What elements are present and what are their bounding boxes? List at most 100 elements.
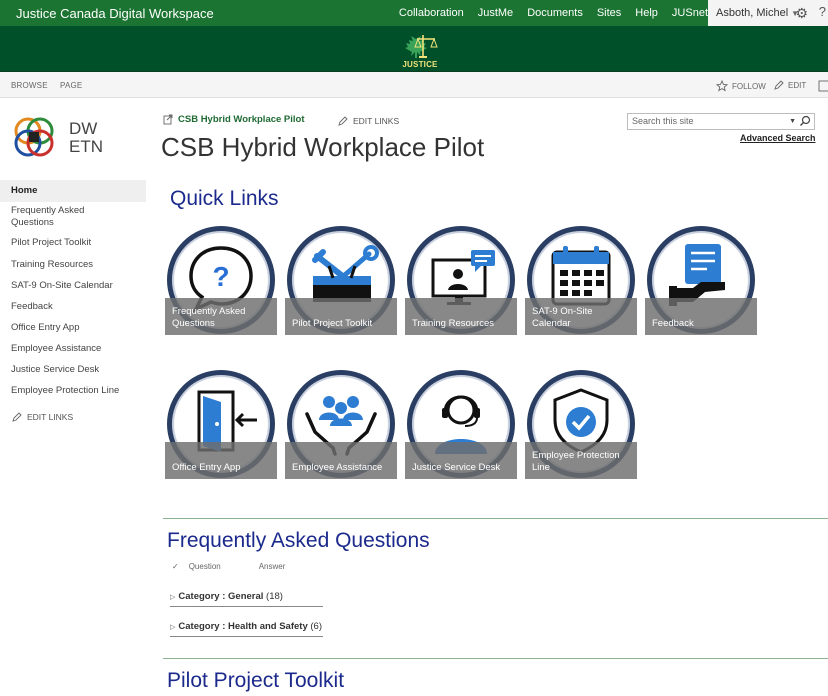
page: Justice Canada Digital Workspace Collabo… — [0, 0, 828, 696]
tile-faq[interactable]: ? Frequently Asked Questions — [165, 226, 277, 338]
left-nav: Home Frequently Asked Questions Pilot Pr… — [0, 180, 146, 402]
tile-training-resources[interactable]: Training Resources — [405, 226, 517, 338]
tile-label: SAT-9 On-Site Calendar — [532, 306, 593, 329]
tile-label-bg: SAT-9 On-Site Calendar — [525, 298, 637, 335]
search-icon[interactable] — [799, 115, 811, 127]
tile-label-bg: Office Entry App — [165, 442, 277, 479]
suite-link-collaboration[interactable]: Collaboration — [399, 7, 464, 19]
tile-employee-assistance[interactable]: Employee Assistance — [285, 370, 397, 482]
suite-link-documents[interactable]: Documents — [527, 7, 583, 19]
user-menu[interactable]: Asboth, Michel ▼ ⚙ ? — [708, 0, 828, 26]
tile-label: Office Entry App — [172, 462, 241, 473]
follow-label: FOLLOW — [732, 81, 766, 91]
nav-item-office-entry[interactable]: Office Entry App — [0, 318, 146, 339]
nav-item-pilot-toolkit[interactable]: Pilot Project Toolkit — [0, 232, 146, 254]
star-icon — [716, 80, 728, 92]
breadcrumb-label: CSB Hybrid Workplace Pilot — [178, 114, 305, 125]
advanced-search-link[interactable]: Advanced Search — [740, 133, 816, 143]
header-edit-links[interactable]: EDIT LINKS — [338, 116, 399, 126]
expand-triangle-icon[interactable]: ▷ — [170, 624, 175, 631]
check-icon[interactable]: ✓ — [172, 562, 179, 571]
suite-link-jusnet[interactable]: JUSnet — [672, 7, 708, 19]
tile-label: Justice Service Desk — [412, 462, 501, 473]
nav-item-training[interactable]: Training Resources — [0, 254, 146, 276]
nav-edit-links[interactable]: EDIT LINKS — [12, 412, 73, 422]
faq-category-prefix: Category : — [178, 591, 226, 602]
tile-label-bg: Employee Assistance — [285, 442, 397, 479]
tile-label: Employee Assistance — [292, 462, 383, 473]
nav-item-faq[interactable]: Frequently Asked Questions — [0, 202, 110, 232]
tile-protection-line[interactable]: Employee Protection Line — [525, 370, 637, 482]
site-banner: JUSTICE — [0, 26, 828, 72]
help-icon[interactable]: ? — [819, 4, 826, 19]
tile-sat9-calendar[interactable]: SAT-9 On-Site Calendar — [525, 226, 637, 338]
dw-etn-logo-icon — [14, 117, 54, 157]
tile-service-desk[interactable]: Justice Service Desk — [405, 370, 517, 482]
svg-text:?: ? — [212, 261, 229, 292]
logo-line-2: ETN — [69, 137, 103, 156]
ribbon: BROWSE PAGE FOLLOW EDIT — [0, 72, 828, 98]
faq-col-answer[interactable]: Answer — [259, 562, 286, 571]
gear-icon[interactable]: ⚙ — [795, 5, 808, 22]
nav-item-calendar[interactable]: SAT-9 On-Site Calendar — [0, 276, 146, 297]
logo-text: DW ETN — [69, 120, 103, 156]
section-divider — [163, 658, 828, 659]
nav-edit-links-label: EDIT LINKS — [27, 412, 74, 422]
tile-office-entry[interactable]: Office Entry App — [165, 370, 277, 482]
faq-category-prefix: Category : — [178, 621, 226, 632]
expand-triangle-icon[interactable]: ▷ — [170, 594, 175, 601]
quick-links-title: Quick Links — [170, 187, 279, 210]
header-edit-links-label: EDIT LINKS — [353, 116, 400, 126]
nav-item-feedback[interactable]: Feedback — [0, 297, 146, 318]
site-link-icon — [163, 114, 173, 125]
tile-label: Pilot Project Toolkit — [292, 318, 373, 329]
justice-logo[interactable]: JUSTICE — [401, 30, 439, 70]
tile-label-bg: Training Resources — [405, 298, 517, 335]
tile-pilot-toolkit[interactable]: Pilot Project Toolkit — [285, 226, 397, 338]
suite-link-help[interactable]: Help — [635, 7, 658, 19]
tile-label: Frequently Asked Questions — [172, 306, 246, 329]
toolkit-title: Pilot Project Toolkit — [167, 669, 345, 692]
suite-bar: Justice Canada Digital Workspace Collabo… — [0, 0, 828, 26]
faq-category-name: General — [228, 591, 264, 602]
follow-button[interactable]: FOLLOW — [716, 80, 766, 92]
tile-feedback[interactable]: Feedback — [645, 226, 757, 338]
chevron-down-icon[interactable]: ▼ — [789, 118, 796, 125]
pencil-icon — [338, 116, 348, 126]
faq-category-row[interactable]: ▷ Category : General (18) — [170, 591, 323, 607]
breadcrumb[interactable]: CSB Hybrid Workplace Pilot — [163, 114, 305, 125]
faq-header: ✓ Question Answer — [172, 562, 285, 571]
faq-col-question[interactable]: Question — [189, 562, 259, 571]
page-title: CSB Hybrid Workplace Pilot — [161, 132, 485, 162]
user-name[interactable]: Asboth, Michel — [716, 7, 788, 19]
nav-item-home[interactable]: Home — [0, 180, 146, 202]
search-input[interactable]: Search this site ▼ — [627, 113, 815, 130]
edit-page-button[interactable]: EDIT — [774, 80, 806, 90]
tile-label: Training Resources — [412, 318, 495, 329]
tab-browse[interactable]: BROWSE — [11, 81, 48, 90]
banner-logo-text: JUSTICE — [402, 60, 438, 69]
nav-item-employee-assistance[interactable]: Employee Assistance — [0, 339, 146, 360]
suite-link-sites[interactable]: Sites — [597, 7, 621, 19]
tile-label-bg: Pilot Project Toolkit — [285, 298, 397, 335]
suite-link-justme[interactable]: JustMe — [478, 7, 513, 19]
tile-label-bg: Employee Protection Line — [525, 442, 637, 479]
suite-title[interactable]: Justice Canada Digital Workspace — [0, 6, 214, 21]
focus-icon[interactable] — [818, 80, 828, 92]
pencil-icon — [774, 80, 784, 90]
search-placeholder: Search this site — [632, 116, 694, 126]
faq-category-count: (18) — [266, 591, 283, 602]
nav-item-protection-line[interactable]: Employee Protection Line — [0, 381, 146, 402]
faq-title: Frequently Asked Questions — [167, 529, 430, 552]
faq-category-row[interactable]: ▷ Category : Health and Safety (6) — [170, 621, 323, 637]
tab-page[interactable]: PAGE — [60, 81, 82, 90]
tile-label-bg: Frequently Asked Questions — [165, 298, 277, 335]
section-divider — [163, 518, 828, 519]
pencil-icon — [12, 412, 22, 422]
suite-links: Collaboration JustMe Documents Sites Hel… — [385, 0, 708, 26]
faq-category-name: Health and Safety — [228, 621, 308, 632]
logo-line-1: DW — [69, 119, 98, 138]
site-logo[interactable]: DW ETN — [12, 114, 122, 160]
edit-label: EDIT — [788, 80, 807, 90]
nav-item-service-desk[interactable]: Justice Service Desk — [0, 360, 146, 381]
